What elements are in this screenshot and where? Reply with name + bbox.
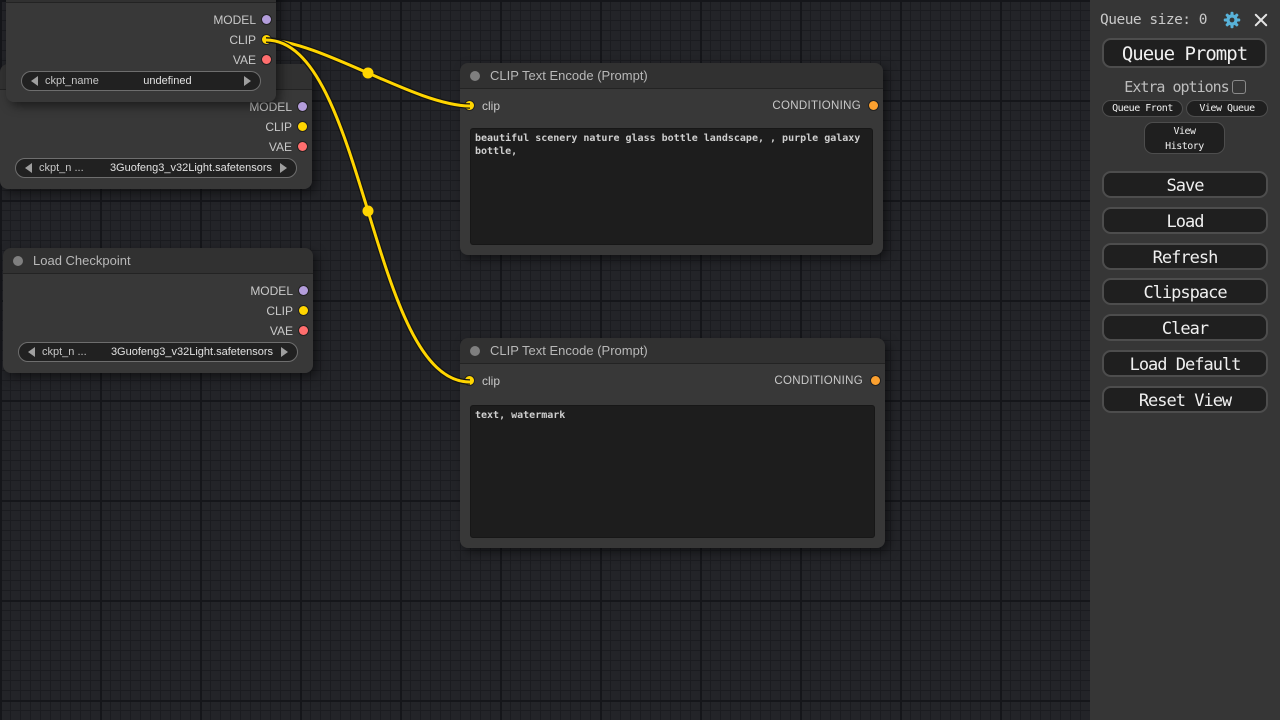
ckpt-name-widget[interactable]: ckpt_n ... 3Guofeng3_v32Light.safetensor… [15, 158, 297, 178]
load-default-button[interactable]: Load Default [1102, 350, 1268, 377]
clip-input-dot[interactable] [465, 101, 474, 110]
output-label: VAE [270, 324, 293, 338]
output-label: MODEL [213, 13, 256, 27]
conditioning-output-dot[interactable] [871, 376, 880, 385]
output-slot-clip[interactable]: CLIP [136, 30, 276, 50]
next-value-icon[interactable] [281, 347, 288, 357]
output-slot-vae[interactable]: VAE [172, 137, 312, 157]
output-label: MODEL [249, 100, 292, 114]
positive-prompt-textarea[interactable]: beautiful scenery nature glass bottle la… [470, 128, 873, 245]
node-clip-text-encode-negative[interactable]: CLIP Text Encode (Prompt) clip CONDITION… [460, 338, 885, 548]
output-label: CONDITIONING [774, 367, 863, 395]
widget-value: undefined [99, 75, 236, 87]
output-label: CLIP [265, 120, 292, 134]
node-load-checkpoint-main[interactable]: Load Checkpoint MODEL CLIP VAE ckpt_n ..… [3, 248, 313, 373]
next-value-icon[interactable] [280, 163, 287, 173]
extra-options-row: Extra options [1090, 78, 1280, 96]
clipspace-button[interactable]: Clipspace [1102, 278, 1268, 305]
queue-size-label: Queue size: 0 [1100, 12, 1207, 28]
node-load-checkpoint-top[interactable]: MODEL CLIP VAE ckpt_name undefined [6, 0, 276, 102]
ckpt-name-widget[interactable]: ckpt_name undefined [21, 71, 261, 91]
output-slot-vae[interactable]: VAE [173, 321, 313, 341]
io-row: clip CONDITIONING [460, 92, 883, 120]
load-button[interactable]: Load [1102, 207, 1268, 234]
prev-value-icon[interactable] [31, 76, 38, 86]
comfy-menu-panel: Queue size: 0 Queue Prompt Extra options… [1090, 0, 1280, 720]
close-menu-icon[interactable] [1252, 11, 1270, 29]
refresh-button[interactable]: Refresh [1102, 243, 1268, 270]
extra-options-label: Extra options [1124, 78, 1228, 96]
output-slot-vae[interactable]: VAE [136, 50, 276, 70]
widget-value: 3Guofeng3_v32Light.safetensors [84, 162, 272, 174]
clip-slot-dot[interactable] [299, 306, 308, 315]
link-midpoint-dot [363, 68, 374, 79]
prev-value-icon[interactable] [25, 163, 32, 173]
clip-slot-dot[interactable] [298, 122, 307, 131]
input-label: clip [482, 92, 500, 120]
model-slot-dot[interactable] [262, 15, 271, 24]
output-slot-clip[interactable]: CLIP [173, 301, 313, 321]
widget-value: 3Guofeng3_v32Light.safetensors [87, 346, 273, 358]
output-slot-clip[interactable]: CLIP [172, 117, 312, 137]
widget-label: ckpt_name [45, 75, 99, 87]
node-graph-canvas[interactable]: MODEL CLIP VAE ckpt_n ... 3Guofeng3_v32L… [0, 0, 1280, 720]
output-label: VAE [269, 140, 292, 154]
link-midpoint-dot [363, 206, 374, 217]
node-status-dot [470, 71, 480, 81]
output-label: CONDITIONING [772, 92, 861, 120]
output-label: CLIP [266, 304, 293, 318]
reset-view-button[interactable]: Reset View [1102, 386, 1268, 413]
node-title-bar[interactable]: CLIP Text Encode (Prompt) [460, 338, 885, 364]
node-clip-text-encode-positive[interactable]: CLIP Text Encode (Prompt) clip CONDITION… [460, 63, 883, 255]
node-title-bar[interactable]: Load Checkpoint [3, 248, 313, 274]
save-button[interactable]: Save [1102, 171, 1268, 198]
output-label: VAE [233, 53, 256, 67]
view-history-line2: History [1165, 141, 1204, 152]
view-queue-button[interactable]: View Queue [1186, 100, 1268, 117]
settings-gear-icon[interactable] [1223, 11, 1241, 29]
queue-prompt-button[interactable]: Queue Prompt [1102, 38, 1267, 68]
queue-front-button[interactable]: Queue Front [1102, 100, 1183, 117]
next-value-icon[interactable] [244, 76, 251, 86]
io-row: clip CONDITIONING [460, 367, 885, 395]
widget-label: ckpt_n ... [42, 346, 87, 358]
view-history-line1: View [1173, 126, 1195, 137]
widget-label: ckpt_n ... [39, 162, 84, 174]
node-title: CLIP Text Encode (Prompt) [490, 338, 648, 364]
prev-value-icon[interactable] [28, 347, 35, 357]
input-label: clip [482, 367, 500, 395]
node-status-dot [470, 346, 480, 356]
node-title: CLIP Text Encode (Prompt) [490, 63, 648, 89]
model-slot-dot[interactable] [299, 286, 308, 295]
clear-button[interactable]: Clear [1102, 314, 1268, 341]
clip-slot-dot[interactable] [262, 35, 271, 44]
conditioning-output-dot[interactable] [869, 101, 878, 110]
node-title: Load Checkpoint [33, 248, 131, 274]
node-title-bar[interactable]: CLIP Text Encode (Prompt) [460, 63, 883, 89]
vae-slot-dot[interactable] [262, 55, 271, 64]
vae-slot-dot[interactable] [299, 326, 308, 335]
view-history-button[interactable]: View History [1144, 122, 1225, 154]
clip-input-dot[interactable] [465, 376, 474, 385]
ckpt-name-widget[interactable]: ckpt_n ... 3Guofeng3_v32Light.safetensor… [18, 342, 298, 362]
output-label: CLIP [229, 33, 256, 47]
output-slot-model[interactable]: MODEL [136, 10, 276, 30]
output-slot-model[interactable]: MODEL [173, 281, 313, 301]
output-label: MODEL [250, 284, 293, 298]
extra-options-checkbox[interactable] [1232, 80, 1246, 94]
vae-slot-dot[interactable] [298, 142, 307, 151]
model-slot-dot[interactable] [298, 102, 307, 111]
node-status-dot [13, 256, 23, 266]
negative-prompt-textarea[interactable]: text, watermark [470, 405, 875, 538]
